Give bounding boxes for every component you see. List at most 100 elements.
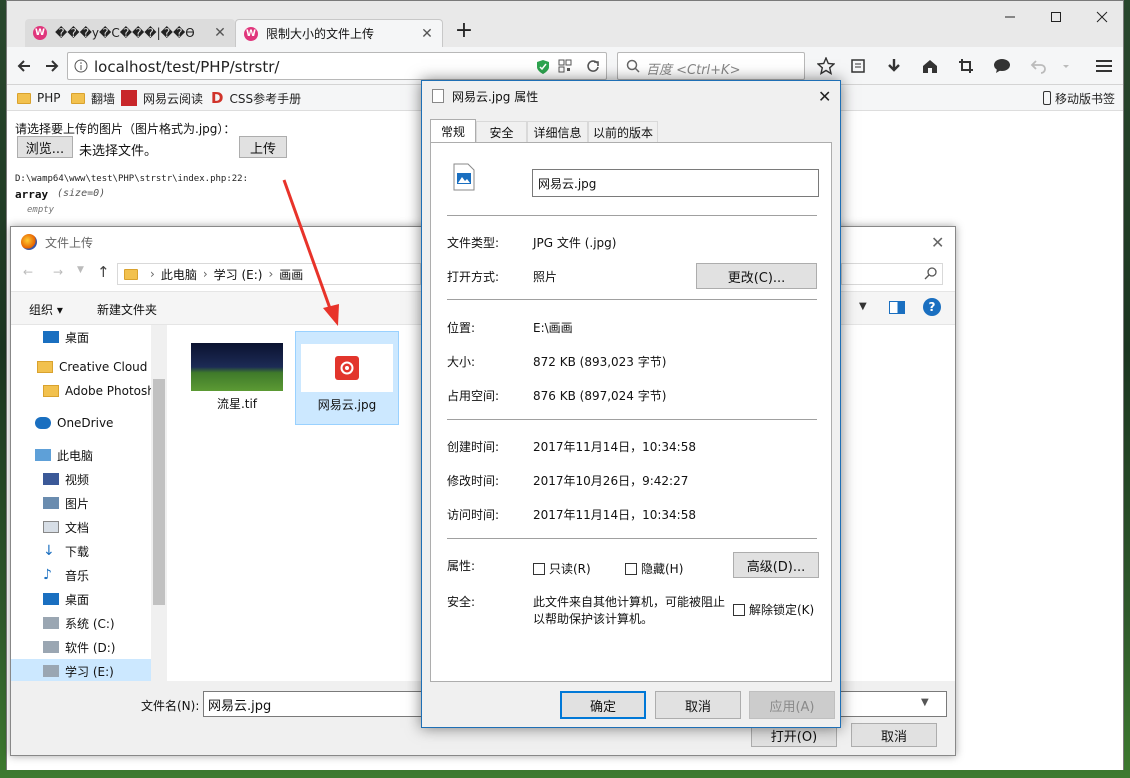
nav-item-drive-e[interactable]: 学习 (E:): [11, 659, 161, 683]
nav-item-onedrive[interactable]: OneDrive: [11, 411, 161, 435]
unblock-checkbox[interactable]: 解除锁定(K): [733, 601, 814, 618]
properties-title: 网易云.jpg 属性: [452, 89, 539, 104]
hidden-checkbox[interactable]: 隐藏(H): [625, 560, 683, 577]
location-label: 位置:: [447, 321, 476, 335]
menu-icon[interactable]: [1091, 53, 1117, 79]
nav-item-drive-c[interactable]: 系统 (C:): [11, 611, 161, 635]
computer-icon: [35, 449, 51, 461]
onedrive-icon: [35, 417, 51, 429]
chevron-down-icon[interactable]: ▼: [921, 697, 929, 708]
chevron-down-icon[interactable]: ▼: [77, 265, 84, 275]
help-icon[interactable]: ?: [923, 298, 941, 316]
undo-icon[interactable]: [1025, 53, 1051, 79]
chevron-down-icon[interactable]: [1053, 53, 1079, 79]
browser-tab-1[interactable]: W ���y�C���|��Ө ✕: [25, 19, 235, 47]
nav-item-music[interactable]: ♪ 音乐: [11, 563, 161, 587]
nav-item-adobe-photoshop[interactable]: Adobe Photosh: [11, 379, 161, 403]
download-icon: ↓: [43, 543, 55, 559]
breadcrumb-computer[interactable]: 此电脑: [161, 266, 197, 283]
bookmark-fanqiang[interactable]: 翻墙: [71, 89, 115, 107]
change-button[interactable]: 更改(C)...: [696, 263, 817, 289]
scrollbar-thumb[interactable]: [153, 379, 165, 605]
file-search-input[interactable]: [841, 263, 943, 285]
close-tab-icon[interactable]: ✕: [213, 25, 227, 41]
forward-arrow-icon[interactable]: →: [53, 265, 63, 279]
properties-titlebar: 网易云.jpg 属性 ✕: [422, 81, 840, 111]
nav-item-desktop[interactable]: 桌面: [11, 325, 161, 349]
ok-button[interactable]: 确定: [560, 691, 646, 719]
accessed-value: 2017年11月14日，10:34:58: [533, 508, 696, 522]
nav-scrollbar[interactable]: [151, 325, 167, 681]
nav-item-creative-cloud[interactable]: Creative Cloud F: [11, 355, 161, 379]
breadcrumb-drive[interactable]: 学习 (E:): [214, 266, 263, 283]
nav-item-pictures[interactable]: 图片: [11, 491, 161, 515]
download-icon[interactable]: [881, 53, 907, 79]
tab-previous-versions[interactable]: 以前的版本: [588, 121, 658, 143]
bookmark-netease-read[interactable]: 网易云阅读: [121, 89, 203, 107]
home-icon[interactable]: [917, 53, 943, 79]
crop-icon[interactable]: [953, 53, 979, 79]
tab-general[interactable]: 常规: [430, 119, 476, 143]
meteor-thumbnail: [191, 343, 283, 391]
netease-thumbnail: [301, 344, 393, 392]
browser-tab-2[interactable]: W 限制大小的文件上传 ✕: [235, 19, 443, 47]
nav-item-documents[interactable]: 文档: [11, 515, 161, 539]
nav-item-videos[interactable]: 视频: [11, 467, 161, 491]
bookmark-php[interactable]: PHP: [17, 89, 61, 107]
properties-dialog: 网易云.jpg 属性 ✕ 常规 安全 详细信息 以前的版本 网易云.jpg 文件…: [421, 80, 841, 728]
bookmark-star-icon[interactable]: [813, 53, 839, 79]
security-label: 安全:: [447, 595, 476, 609]
apply-button[interactable]: 应用(A): [749, 691, 835, 719]
modified-label: 修改时间:: [447, 474, 500, 488]
var-dump-type: array: [15, 188, 49, 201]
image-file-icon: [432, 89, 444, 103]
close-window-button[interactable]: [1079, 1, 1125, 33]
minimize-button[interactable]: [987, 1, 1033, 33]
file-item-meteor[interactable]: 流星.tif: [185, 331, 289, 425]
filename-field[interactable]: 网易云.jpg: [532, 169, 819, 197]
close-icon[interactable]: ✕: [818, 87, 831, 106]
tab-security[interactable]: 安全: [476, 121, 527, 143]
organize-button[interactable]: 组织 ▾: [29, 301, 63, 318]
preview-pane-icon[interactable]: [889, 301, 905, 314]
breadcrumb[interactable]: › 此电脑 › 学习 (E:) › 画画: [117, 263, 421, 285]
netease-music-icon: [335, 356, 359, 380]
address-bar[interactable]: localhost/test/PHP/strstr/: [67, 52, 607, 80]
view-options-icon[interactable]: ▼: [859, 301, 867, 312]
search-bar[interactable]: 百度 <Ctrl+K>: [617, 52, 805, 80]
forward-button[interactable]: [39, 53, 65, 79]
browse-button[interactable]: 浏览...: [17, 136, 73, 158]
readonly-checkbox[interactable]: 只读(R): [533, 560, 591, 577]
bookmark-css-manual[interactable]: D CSS参考手册: [211, 89, 301, 107]
nav-item-downloads[interactable]: ↓ 下载: [11, 539, 161, 563]
reading-list-icon[interactable]: [845, 53, 871, 79]
mobile-bookmarks[interactable]: 移动版书签: [1043, 89, 1115, 107]
chat-icon[interactable]: [989, 53, 1015, 79]
general-tab-panel: 网易云.jpg 文件类型: JPG 文件 (.jpg) 打开方式: 照片 更改(…: [430, 142, 832, 682]
open-with-label: 打开方式:: [447, 270, 500, 284]
reload-icon[interactable]: [586, 59, 600, 73]
security-text-2: 以帮助保护该计算机。: [533, 612, 654, 626]
back-arrow-icon[interactable]: ←: [23, 265, 33, 279]
upload-button[interactable]: 上传: [239, 136, 287, 158]
info-icon[interactable]: [74, 59, 88, 73]
open-with-value: 照片: [533, 270, 558, 284]
qr-code-icon[interactable]: [558, 59, 572, 73]
up-arrow-icon[interactable]: ↑: [97, 263, 110, 281]
nav-item-drive-d[interactable]: 软件 (D:): [11, 635, 161, 659]
maximize-button[interactable]: [1033, 1, 1079, 33]
advanced-button[interactable]: 高级(D)...: [733, 552, 819, 578]
file-cancel-button[interactable]: 取消: [851, 723, 937, 747]
file-item-netease[interactable]: 网易云.jpg: [295, 331, 399, 425]
shield-icon[interactable]: [536, 59, 550, 75]
tab-details[interactable]: 详细信息: [527, 121, 588, 143]
nav-item-desktop-2[interactable]: 桌面: [11, 587, 161, 611]
nav-item-this-pc[interactable]: 此电脑: [11, 443, 161, 467]
back-button[interactable]: [11, 53, 37, 79]
close-icon[interactable]: ✕: [931, 233, 944, 252]
folder-icon: [124, 268, 138, 280]
cancel-button[interactable]: 取消: [655, 691, 741, 719]
close-tab-icon[interactable]: ✕: [420, 26, 434, 42]
new-folder-button[interactable]: 新建文件夹: [97, 301, 157, 318]
new-tab-button[interactable]: +: [451, 19, 477, 45]
